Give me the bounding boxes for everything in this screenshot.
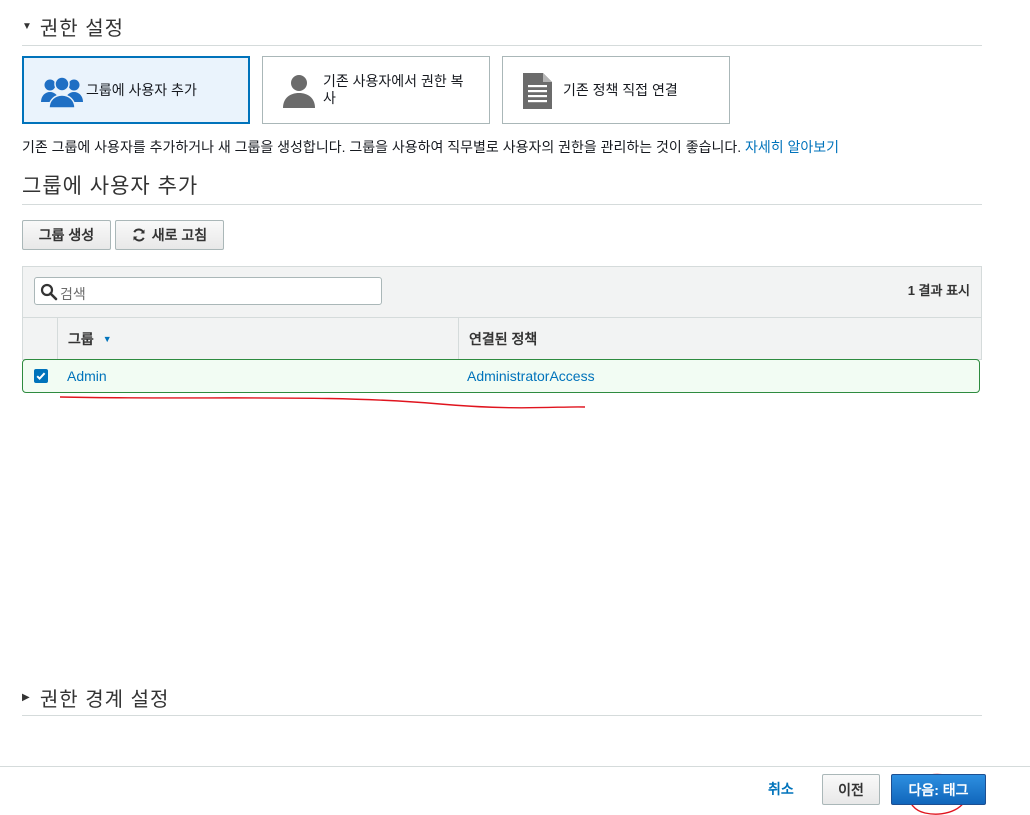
refresh-label: 새로 고침 bbox=[151, 227, 208, 243]
option-copy-permissions[interactable]: 기존 사용자에서 권한 복사 bbox=[262, 56, 490, 124]
permissions-section-title: 권한 설정 bbox=[39, 18, 125, 40]
document-icon bbox=[523, 73, 552, 109]
description-text: 기존 그룹에 사용자를 추가하거나 새 그룹을 생성합니다. 그룹을 사용하여 … bbox=[22, 139, 746, 155]
column-group-label: 그룹 bbox=[68, 330, 94, 347]
option-label: 기존 사용자에서 권한 복사 bbox=[323, 73, 464, 106]
groups-table: 검색 1 결과 표시 그룹 ▼ 연결된 정책 Admin Administrat… bbox=[22, 266, 982, 397]
table-row[interactable]: Admin AdministratorAccess bbox=[22, 359, 980, 393]
check-icon bbox=[36, 372, 46, 381]
boundary-section-title: 권한 경계 설정 bbox=[39, 689, 170, 711]
policy-link[interactable]: AdministratorAccess bbox=[467, 360, 595, 392]
search-input[interactable]: 검색 bbox=[34, 277, 382, 305]
column-divider bbox=[57, 318, 58, 359]
add-to-group-title: 그룹에 사용자 추가 bbox=[22, 170, 982, 205]
group-icon bbox=[41, 76, 83, 109]
search-placeholder: 검색 bbox=[60, 286, 86, 302]
caret-down-icon: ▼ bbox=[22, 21, 32, 32]
option-description: 기존 그룹에 사용자를 추가하거나 새 그룹을 생성합니다. 그룹을 사용하여 … bbox=[22, 137, 839, 157]
refresh-icon bbox=[133, 228, 145, 242]
sort-descending-icon: ▼ bbox=[102, 333, 112, 344]
boundary-section-header[interactable]: ▶ 권한 경계 설정 bbox=[22, 683, 982, 716]
footer-divider bbox=[0, 766, 1030, 767]
previous-button[interactable]: 이전 bbox=[822, 774, 880, 805]
learn-more-link[interactable]: 자세히 알아보기 bbox=[745, 139, 839, 155]
option-attach-policy[interactable]: 기존 정책 직접 연결 bbox=[502, 56, 730, 124]
caret-right-icon: ▶ bbox=[22, 692, 30, 703]
permissions-section-header[interactable]: ▼ 권한 설정 bbox=[22, 12, 982, 46]
column-policy-header[interactable]: 연결된 정책 bbox=[469, 318, 537, 359]
option-label: 그룹에 사용자 추가 bbox=[86, 81, 197, 98]
user-icon bbox=[283, 75, 315, 108]
table-header: 그룹 ▼ 연결된 정책 bbox=[22, 317, 982, 360]
column-group-header[interactable]: 그룹 ▼ bbox=[68, 318, 112, 359]
cancel-link[interactable]: 취소 bbox=[768, 779, 794, 799]
group-name-link[interactable]: Admin bbox=[67, 360, 107, 392]
option-label: 기존 정책 직접 연결 bbox=[563, 81, 678, 98]
result-count: 1 결과 표시 bbox=[907, 283, 970, 298]
column-divider bbox=[458, 318, 459, 359]
refresh-button[interactable]: 새로 고침 bbox=[115, 220, 224, 250]
option-add-to-group[interactable]: 그룹에 사용자 추가 bbox=[22, 56, 250, 124]
row-checkbox[interactable] bbox=[34, 369, 48, 383]
create-group-button[interactable]: 그룹 생성 bbox=[22, 220, 111, 250]
table-toolbar: 검색 1 결과 표시 bbox=[22, 266, 982, 318]
search-icon bbox=[40, 283, 58, 301]
red-underline-annotation bbox=[59, 396, 586, 409]
next-tags-button[interactable]: 다음: 태그 bbox=[891, 774, 986, 805]
